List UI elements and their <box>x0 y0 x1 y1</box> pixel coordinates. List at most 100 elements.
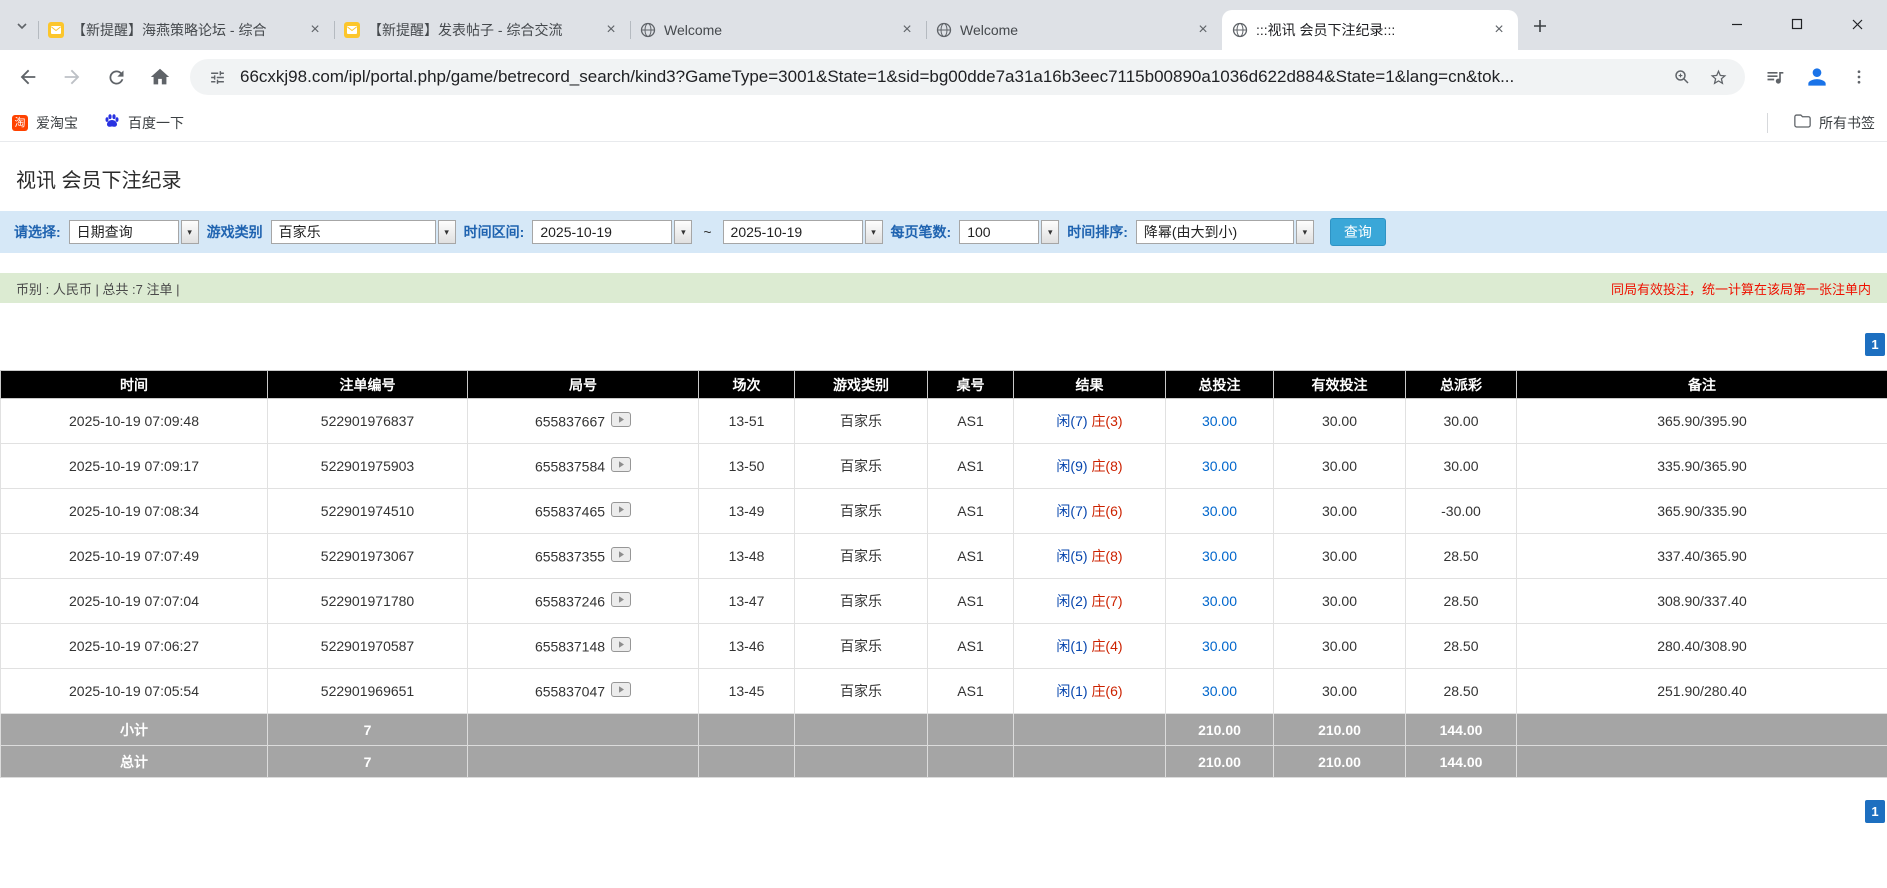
cell-session: 13-49 <box>699 489 795 534</box>
empty-cell <box>699 714 795 746</box>
site-settings-icon[interactable] <box>204 64 230 90</box>
tab-close-icon[interactable]: × <box>1194 21 1212 39</box>
tab-close-icon[interactable]: × <box>898 21 916 39</box>
total-bet-link[interactable]: 30.00 <box>1202 593 1237 609</box>
cell-table-no: AS1 <box>928 669 1014 714</box>
all-bookmarks-button[interactable]: 所有书签 <box>1794 113 1875 133</box>
empty-cell <box>699 746 795 778</box>
video-replay-icon[interactable] <box>611 502 631 520</box>
total-bet-link[interactable]: 30.00 <box>1202 548 1237 564</box>
close-window-button[interactable] <box>1827 0 1887 48</box>
tab-close-icon[interactable]: × <box>306 21 324 39</box>
bookmarks-bar: 淘 爱淘宝 百度一下 所有书签 <box>0 104 1887 142</box>
cell-table-no: AS1 <box>928 444 1014 489</box>
cell-result: 闲(2) 庄(7) <box>1014 579 1166 624</box>
tab-welcome-2[interactable]: Welcome × <box>926 10 1222 50</box>
tab-forum-1[interactable]: 【新提醒】海燕策略论坛 - 综合 × <box>38 10 334 50</box>
media-controls-icon[interactable] <box>1755 57 1795 97</box>
chevron-down-icon[interactable]: ▾ <box>438 220 456 244</box>
cell-session: 13-46 <box>699 624 795 669</box>
maximize-button[interactable] <box>1767 0 1827 48</box>
tab-welcome-1[interactable]: Welcome × <box>630 10 926 50</box>
sort-select[interactable]: 降幂(由大到小) ▾ <box>1136 220 1314 244</box>
arrow-left-icon <box>17 66 39 88</box>
chevron-down-icon[interactable]: ▾ <box>1296 220 1314 244</box>
result-banker: 庄(4) <box>1091 638 1122 654</box>
home-button[interactable] <box>140 57 180 97</box>
page-1-button[interactable]: 1 <box>1865 333 1885 356</box>
tab-search-button[interactable] <box>8 12 36 40</box>
video-replay-icon[interactable] <box>611 637 631 655</box>
page-1-button[interactable]: 1 <box>1865 800 1885 823</box>
chevron-down-icon[interactable]: ▾ <box>674 220 692 244</box>
round-number: 655837355 <box>535 548 605 564</box>
cell-game-type: 百家乐 <box>795 624 928 669</box>
back-button[interactable] <box>8 57 48 97</box>
tab-close-icon[interactable]: × <box>1490 21 1508 39</box>
chevron-down-icon[interactable]: ▾ <box>865 220 883 244</box>
tab-title: :::视讯 会员下注纪录::: <box>1256 20 1482 40</box>
date-range-label: 时间区间: <box>464 222 525 242</box>
date-to-select[interactable]: 2025-10-19 ▾ <box>723 220 883 244</box>
cell-bet-id: 522901974510 <box>268 489 468 534</box>
total-bet-link[interactable]: 30.00 <box>1202 413 1237 429</box>
pagination-bottom: 1 <box>0 800 1887 823</box>
refresh-button[interactable] <box>96 57 136 97</box>
cell-valid-bet: 30.00 <box>1274 579 1406 624</box>
chevron-down-icon[interactable]: ▾ <box>1041 220 1059 244</box>
bookmark-baidu[interactable]: 百度一下 <box>104 113 184 133</box>
query-type-select[interactable]: 日期查询 ▾ <box>69 220 199 244</box>
cell-session: 13-50 <box>699 444 795 489</box>
bookmark-aitaobao[interactable]: 淘 爱淘宝 <box>12 113 78 133</box>
empty-cell <box>928 714 1014 746</box>
cell-note: 365.90/395.90 <box>1517 399 1887 444</box>
forward-button[interactable] <box>52 57 92 97</box>
date-from-select[interactable]: 2025-10-19 ▾ <box>532 220 692 244</box>
page-size-label: 每页笔数: <box>891 222 952 242</box>
cell-valid-bet: 30.00 <box>1274 399 1406 444</box>
tab-bet-records-active[interactable]: :::视讯 会员下注纪录::: × <box>1222 10 1518 50</box>
column-header: 场次 <box>699 371 795 399</box>
cell-note: 335.90/365.90 <box>1517 444 1887 489</box>
empty-cell <box>468 746 699 778</box>
tab-title: Welcome <box>664 22 890 38</box>
subtotal-total-bet: 210.00 <box>1166 714 1274 746</box>
tab-strip: 【新提醒】海燕策略论坛 - 综合 × 【新提醒】发表帖子 - 综合交流 × We… <box>0 0 1887 50</box>
video-replay-icon[interactable] <box>611 412 631 430</box>
result-player: 闲(2) <box>1056 593 1087 609</box>
menu-icon[interactable] <box>1839 57 1879 97</box>
cell-payout: -30.00 <box>1406 489 1517 534</box>
total-bet-link[interactable]: 30.00 <box>1202 638 1237 654</box>
result-player: 闲(7) <box>1056 413 1087 429</box>
video-replay-icon[interactable] <box>611 547 631 565</box>
video-replay-icon[interactable] <box>611 592 631 610</box>
cell-note: 251.90/280.40 <box>1517 669 1887 714</box>
all-bookmarks-label: 所有书签 <box>1819 113 1875 133</box>
page-size-select[interactable]: 100 ▾ <box>959 220 1059 244</box>
total-bet-link[interactable]: 30.00 <box>1202 458 1237 474</box>
total-bet-link[interactable]: 30.00 <box>1202 503 1237 519</box>
total-bet-link[interactable]: 30.00 <box>1202 683 1237 699</box>
cell-bet-id: 522901976837 <box>268 399 468 444</box>
bookmark-star-icon[interactable] <box>1705 64 1731 90</box>
address-bar[interactable]: 66cxkj98.com/ipl/portal.php/game/betreco… <box>190 59 1745 95</box>
column-header: 局号 <box>468 371 699 399</box>
page-title: 视讯 会员下注纪录 <box>16 164 1887 193</box>
empty-cell <box>795 714 928 746</box>
tab-forum-2[interactable]: 【新提醒】发表帖子 - 综合交流 × <box>334 10 630 50</box>
zoom-icon[interactable] <box>1669 64 1695 90</box>
game-type-select[interactable]: 百家乐 ▾ <box>271 220 456 244</box>
profile-avatar[interactable] <box>1799 59 1835 95</box>
url-text[interactable]: 66cxkj98.com/ipl/portal.php/game/betreco… <box>240 67 1659 87</box>
minimize-button[interactable] <box>1707 0 1767 48</box>
video-replay-icon[interactable] <box>611 457 631 475</box>
bookmarks-separator <box>1767 113 1768 133</box>
tab-close-icon[interactable]: × <box>602 21 620 39</box>
new-tab-button[interactable] <box>1526 12 1554 40</box>
total-row: 总计 7 210.00 210.00 144.00 <box>1 746 1887 778</box>
total-count: 7 <box>268 746 468 778</box>
chevron-down-icon[interactable]: ▾ <box>181 220 199 244</box>
search-button[interactable]: 查询 <box>1330 218 1386 246</box>
video-replay-icon[interactable] <box>611 682 631 700</box>
cell-total-bet: 30.00 <box>1166 489 1274 534</box>
